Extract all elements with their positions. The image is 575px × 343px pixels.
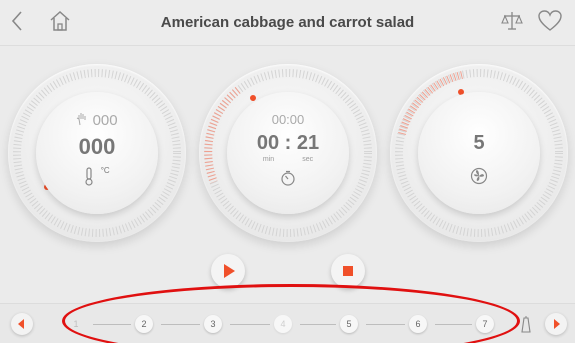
temperature-dial[interactable]: 000 000 °C — [8, 64, 186, 242]
timer-value: 00 : 21 — [256, 132, 320, 154]
timer-icon — [280, 170, 296, 190]
temperature-dial-face: 000 000 °C — [36, 92, 158, 214]
page-title: American cabbage and carrot salad — [160, 14, 415, 31]
step-next-button[interactable] — [545, 313, 567, 335]
fan-icon — [470, 167, 488, 189]
thermometer-icon — [84, 167, 100, 190]
heart-icon[interactable] — [537, 9, 563, 38]
stop-button[interactable] — [331, 254, 365, 288]
highlight-ring — [62, 284, 520, 343]
speed-value: 5 — [473, 132, 485, 154]
scale-icon — [519, 314, 533, 339]
stop-icon — [343, 266, 353, 276]
timer-dial-face: 00:00 00 : 21 min sec — [227, 92, 349, 214]
play-icon — [224, 264, 235, 278]
timer-min-label: min — [262, 156, 275, 163]
hand-icon — [76, 112, 92, 129]
manual-temperature-value: 000 — [92, 112, 118, 129]
timer-sec-label: sec — [302, 156, 314, 163]
temperature-value: 000 — [78, 134, 116, 159]
temperature-unit: °C — [100, 166, 110, 175]
scale-icon[interactable] — [500, 9, 524, 38]
arrow-left-icon — [18, 319, 24, 329]
step-prev-button[interactable] — [11, 313, 33, 335]
timer-dial[interactable]: 00:00 00 : 21 min sec — [199, 64, 377, 242]
arrow-right-icon — [554, 319, 560, 329]
timer-set-value: 00:00 — [271, 112, 305, 127]
speed-dial[interactable]: 5 — [390, 64, 568, 242]
header-bar: American cabbage and carrot salad — [0, 0, 575, 46]
speed-dial-face: 5 — [418, 92, 540, 214]
play-button[interactable] — [211, 254, 245, 288]
